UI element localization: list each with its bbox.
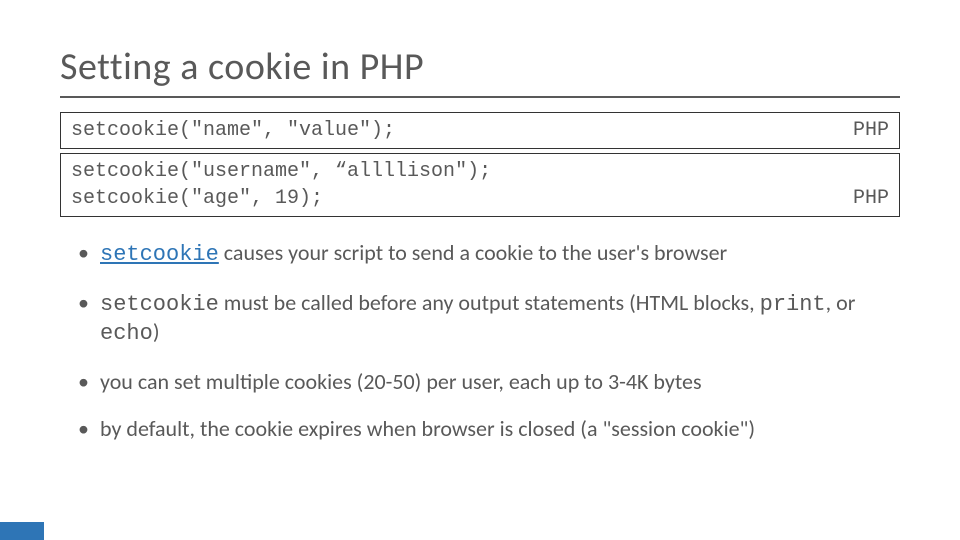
bullet-2-text-c: ) <box>153 318 160 345</box>
code-line-2: setcookie("age", 19); <box>71 185 889 212</box>
code-block-2: setcookie("username", “allllison"); setc… <box>60 153 900 217</box>
setcookie-link[interactable]: setcookie <box>100 242 219 267</box>
bullet-list: setcookie causes your script to send a c… <box>60 239 900 443</box>
inline-code-print: print <box>760 292 826 317</box>
inline-code-setcookie: setcookie <box>100 292 219 317</box>
accent-bar <box>0 522 44 540</box>
bullet-3: you can set multiple cookies (20-50) per… <box>78 368 900 396</box>
bullet-2-text-b: , or <box>826 289 856 316</box>
bullet-1-text: causes your script to send a cookie to t… <box>219 239 727 266</box>
inline-code-echo: echo <box>100 321 153 346</box>
code-lang-label: PHP <box>853 117 889 144</box>
bullet-4: by default, the cookie expires when brow… <box>78 415 900 443</box>
code-lang-label: PHP <box>853 185 889 212</box>
bullet-2-text-a: must be called before any output stateme… <box>219 289 760 316</box>
bullet-2: setcookie must be called before any outp… <box>78 289 900 348</box>
code-line-1: setcookie("username", “allllison"); <box>71 158 889 185</box>
code-text: setcookie("name", "value"); <box>71 119 395 142</box>
bullet-1: setcookie causes your script to send a c… <box>78 239 900 269</box>
code-block-1: setcookie("name", "value"); PHP <box>60 112 900 149</box>
page-title: Setting a cookie in PHP <box>60 44 900 98</box>
